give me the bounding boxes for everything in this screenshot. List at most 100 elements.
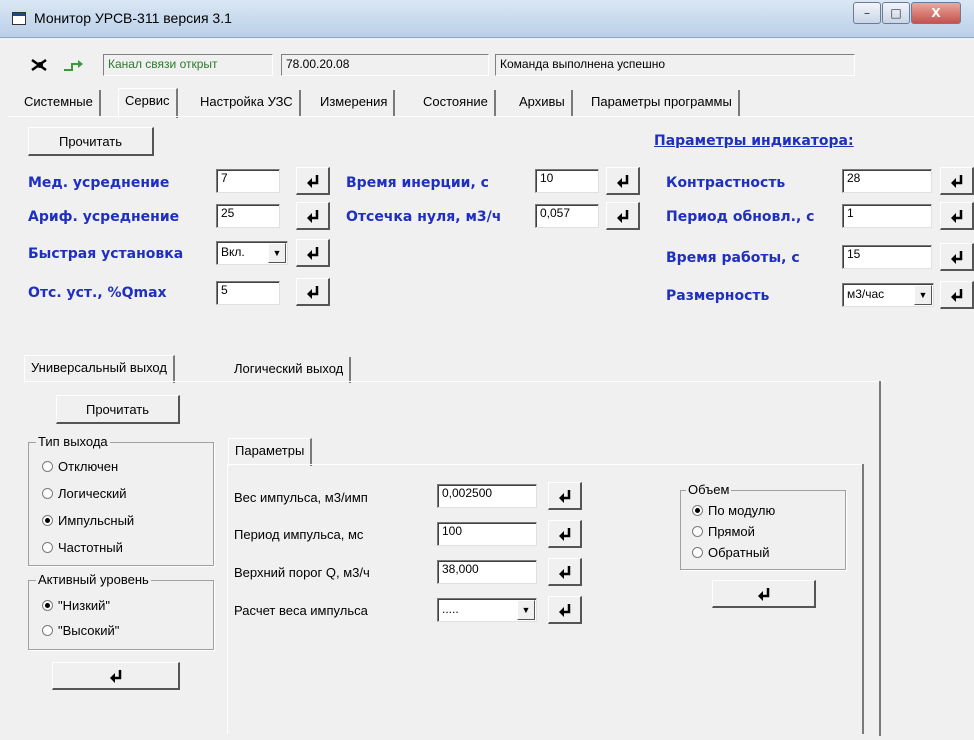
worktime-label: Время работы, с <box>666 250 800 266</box>
median-label: Мед. усреднение <box>28 175 170 191</box>
radio-logical[interactable]: Логический <box>42 486 126 501</box>
enter-icon <box>950 288 962 302</box>
params-panel-left <box>227 464 228 734</box>
close-button[interactable]: X <box>911 2 961 24</box>
cutoff-label: Отсечка нуля, м3/ч <box>346 209 502 225</box>
disconnect-icon[interactable] <box>30 56 50 78</box>
median-input[interactable]: 7 <box>216 169 280 193</box>
cutoff-apply-button[interactable] <box>606 202 640 230</box>
chevron-down-icon: ▼ <box>268 243 286 263</box>
arith-input[interactable]: 25 <box>216 204 280 228</box>
calc-label: Расчет веса импульса <box>234 603 368 618</box>
radio-checked-icon <box>42 515 53 526</box>
cutoff-input[interactable]: 0,057 <box>535 204 599 228</box>
pulse-period-input[interactable]: 100 <box>437 522 537 546</box>
indicator-params-title: Параметры индикатора: <box>654 133 854 149</box>
params-panel-right <box>862 464 864 734</box>
enter-icon <box>558 603 570 617</box>
tab-program-params[interactable]: Параметры программы <box>585 90 740 116</box>
enter-icon <box>950 209 962 223</box>
period-input[interactable]: 1 <box>842 204 932 228</box>
radio-level-high[interactable]: "Высокий" <box>42 623 119 638</box>
level-apply-button[interactable] <box>52 662 180 690</box>
pulse-period-apply-button[interactable] <box>548 520 582 548</box>
radio-icon <box>42 488 53 499</box>
tab-service[interactable]: Сервис <box>118 88 178 118</box>
chevron-down-icon: ▼ <box>914 285 932 305</box>
dim-select[interactable]: м3/час ▼ <box>842 283 934 307</box>
enter-icon <box>558 489 570 503</box>
enter-icon <box>757 587 769 601</box>
median-apply-button[interactable] <box>296 167 330 195</box>
enter-icon <box>306 174 318 188</box>
enter-icon <box>306 246 318 260</box>
radio-icon <box>42 625 53 636</box>
radio-frequency[interactable]: Частотный <box>42 540 123 555</box>
maximize-button[interactable]: □ <box>882 2 910 24</box>
radio-icon <box>692 547 703 558</box>
radio-disabled[interactable]: Отключен <box>42 459 118 474</box>
inertia-input[interactable]: 10 <box>535 169 599 193</box>
enter-icon <box>950 250 962 264</box>
enter-icon <box>950 174 962 188</box>
radio-icon <box>42 542 53 553</box>
calc-select[interactable]: ..... ▼ <box>437 598 537 622</box>
upper-apply-button[interactable] <box>548 558 582 586</box>
worktime-apply-button[interactable] <box>940 243 974 271</box>
dim-apply-button[interactable] <box>940 281 974 309</box>
tab-system[interactable]: Системные <box>18 90 101 116</box>
volume-apply-button[interactable] <box>712 580 816 608</box>
tab-logical-output[interactable]: Логический выход <box>228 357 352 383</box>
enter-icon <box>616 174 628 188</box>
inertia-apply-button[interactable] <box>606 167 640 195</box>
arith-label: Ариф. усреднение <box>28 209 180 225</box>
enter-icon <box>109 669 121 683</box>
read-output-button[interactable]: Прочитать <box>56 395 180 424</box>
connect-arrow-icon[interactable] <box>62 58 84 78</box>
enter-icon <box>558 565 570 579</box>
volume-title: Объем <box>686 482 732 497</box>
minimize-button[interactable]: – <box>853 2 881 24</box>
radio-checked-icon <box>692 505 703 516</box>
active-level-title: Активный уровень <box>36 572 151 587</box>
contrast-apply-button[interactable] <box>940 167 974 195</box>
tab-archives[interactable]: Архивы <box>513 90 573 116</box>
output-panel-top <box>24 381 884 382</box>
tab-universal-output[interactable]: Универсальный выход <box>24 355 175 383</box>
otc-input[interactable]: 5 <box>216 281 280 305</box>
read-service-button[interactable]: Прочитать <box>28 127 154 156</box>
command-status: Команда выполнена успешно <box>495 54 855 76</box>
fast-apply-button[interactable] <box>296 239 330 267</box>
active-level-group <box>28 580 214 650</box>
chevron-down-icon: ▼ <box>517 600 535 620</box>
radio-volume-reverse[interactable]: Обратный <box>692 545 769 560</box>
radio-volume-direct[interactable]: Прямой <box>692 524 755 539</box>
radio-icon <box>692 526 703 537</box>
tab-measurements[interactable]: Измерения <box>314 90 396 116</box>
tab-parameters[interactable]: Параметры <box>228 438 313 466</box>
otc-label: Отс. уст., %Qmax <box>28 285 167 301</box>
app-icon <box>12 12 26 25</box>
weight-input[interactable]: 0,002500 <box>437 484 537 508</box>
pulse-period-label: Период импульса, мс <box>234 527 364 542</box>
contrast-input[interactable]: 28 <box>842 169 932 193</box>
tab-state[interactable]: Состояние <box>417 90 496 116</box>
dim-label: Размерность <box>666 288 770 304</box>
radio-icon <box>42 461 53 472</box>
period-apply-button[interactable] <box>940 202 974 230</box>
fast-select[interactable]: Вкл. ▼ <box>216 241 288 265</box>
worktime-input[interactable]: 15 <box>842 245 932 269</box>
params-panel-top <box>228 464 864 465</box>
upper-input[interactable]: 38,000 <box>437 560 537 584</box>
fast-label: Быстрая установка <box>28 246 184 262</box>
radio-level-low[interactable]: "Низкий" <box>42 598 110 613</box>
weight-apply-button[interactable] <box>548 482 582 510</box>
tab-uzs-settings[interactable]: Настройка УЗС <box>194 90 301 116</box>
radio-volume-abs[interactable]: По модулю <box>692 503 775 518</box>
enter-icon <box>306 209 318 223</box>
otc-apply-button[interactable] <box>296 278 330 306</box>
calc-apply-button[interactable] <box>548 596 582 624</box>
radio-pulse[interactable]: Импульсный <box>42 513 134 528</box>
channel-status: Канал связи открыт <box>103 54 273 76</box>
arith-apply-button[interactable] <box>296 202 330 230</box>
